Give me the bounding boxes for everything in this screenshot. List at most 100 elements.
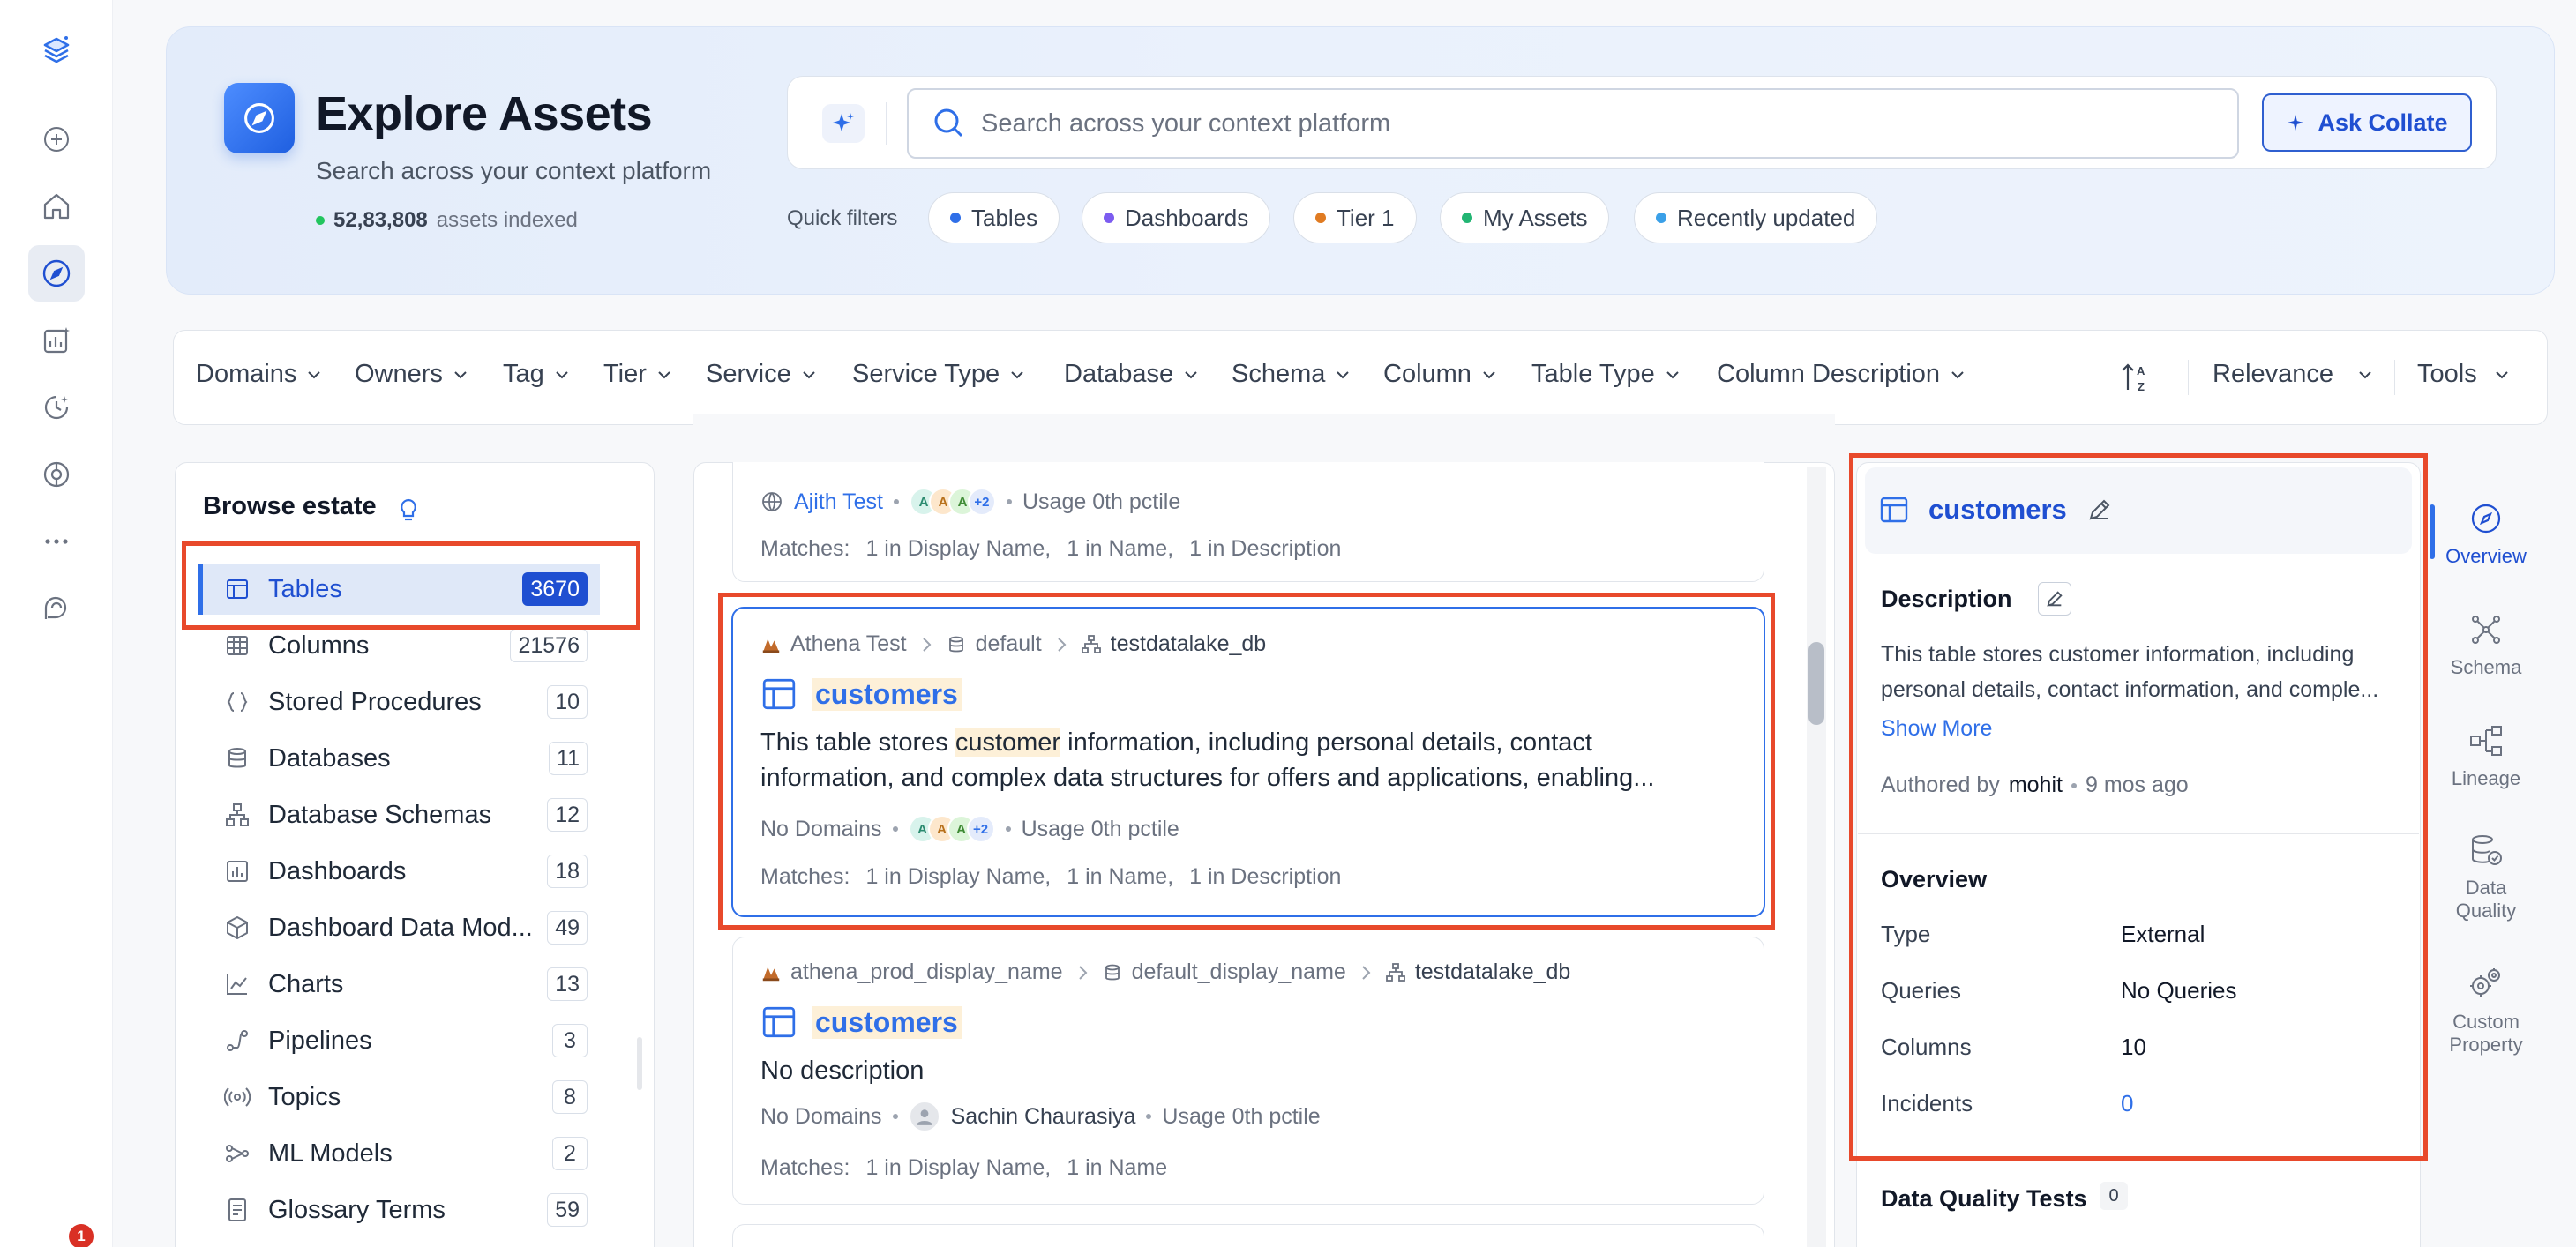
- filter-label: Service Type: [852, 360, 1000, 388]
- quick-filter-label: My Assets: [1483, 204, 1588, 231]
- quick-filter-tables[interactable]: Tables: [928, 192, 1060, 243]
- browse-scrollbar[interactable]: [637, 1037, 642, 1090]
- results-scrollbar-track[interactable]: [1807, 467, 1826, 1247]
- browse-item-count: 49: [547, 911, 588, 945]
- logo-icon[interactable]: [28, 21, 85, 78]
- filter-schema[interactable]: Schema: [1232, 360, 1352, 389]
- breadcrumb-service[interactable]: athena_prod_display_name: [790, 960, 1063, 985]
- separator-dot: [892, 1114, 898, 1119]
- filter-label: Column: [1383, 360, 1471, 388]
- dashboard-icon: [227, 861, 248, 882]
- data-quality-heading: Data Quality Tests: [1881, 1185, 2087, 1212]
- tab-data-quality[interactable]: Data Quality: [2431, 833, 2541, 922]
- filter-tag[interactable]: Tag: [503, 360, 571, 389]
- sort-relevance-dropdown[interactable]: Relevance: [2213, 360, 2374, 389]
- filter-service-type[interactable]: Service Type: [852, 360, 1026, 389]
- search-placeholder[interactable]: Search across your context platform: [981, 109, 1390, 138]
- owner-name[interactable]: Sachin Chaurasiya: [951, 1104, 1136, 1130]
- browse-item-dashboards[interactable]: Dashboards 18: [198, 846, 600, 897]
- avatar-group[interactable]: A A A +2: [909, 488, 996, 516]
- lightbulb-icon[interactable]: [393, 496, 423, 526]
- tools-dropdown[interactable]: Tools: [2417, 360, 2511, 389]
- filter-column-description[interactable]: Column Description: [1717, 360, 1966, 389]
- quick-filter-dot: [950, 213, 961, 223]
- status-dot: [316, 216, 325, 225]
- topic-icon: [224, 1087, 251, 1107]
- chevron-down-icon: [454, 370, 467, 378]
- page-title: Explore Assets: [316, 87, 653, 140]
- browse-item-label: Database Schemas: [268, 800, 492, 829]
- owner-name[interactable]: Ajith Test: [794, 489, 883, 515]
- help-icon[interactable]: [28, 580, 85, 637]
- filter-label: Column Description: [1717, 360, 1941, 388]
- explore-icon[interactable]: [28, 245, 85, 302]
- browse-item-label: Databases: [268, 743, 391, 773]
- breadcrumb-database[interactable]: default_display_name: [1132, 960, 1346, 985]
- notification-badge[interactable]: 1: [69, 1224, 94, 1247]
- chart-icon: [227, 974, 247, 995]
- result-description: No description: [760, 1057, 925, 1085]
- compass-icon: [2471, 504, 2501, 534]
- home-icon[interactable]: [28, 178, 85, 235]
- quick-filter-my-assets[interactable]: My Assets: [1440, 192, 1610, 243]
- browse-item-count: 13: [547, 967, 588, 1001]
- filter-label: Table Type: [1531, 360, 1655, 388]
- browse-item-glossary-terms[interactable]: Glossary Terms 59: [198, 1184, 600, 1236]
- browse-item-database-schemas[interactable]: Database Schemas 12: [198, 789, 600, 840]
- governance-icon[interactable]: [28, 446, 85, 503]
- matches-label: Matches:: [760, 536, 850, 561]
- tab-label: Custom Property: [2449, 1011, 2523, 1056]
- quick-filter-label: Tables: [971, 204, 1038, 231]
- result-card[interactable]: [732, 1224, 1764, 1247]
- browse-item-count: 18: [547, 855, 588, 888]
- more-icon[interactable]: [28, 513, 85, 570]
- match-summary: Matches: 1 in Display Name, 1 in Name, 1…: [760, 536, 1341, 562]
- assets-label: assets indexed: [436, 208, 578, 232]
- match-item: 1 in Display Name,: [865, 1155, 1052, 1180]
- chevron-down-icon: [1951, 370, 1964, 378]
- quick-filter-recently-updated[interactable]: Recently updated: [1634, 192, 1878, 243]
- insights-icon[interactable]: [28, 312, 85, 369]
- filter-label: Tag: [503, 360, 544, 388]
- browse-item-databases[interactable]: Databases 11: [198, 733, 600, 784]
- tab-overview[interactable]: Overview: [2431, 501, 2541, 568]
- filter-owners[interactable]: Owners: [355, 360, 469, 389]
- tab-custom-property[interactable]: Custom Property: [2431, 967, 2541, 1057]
- glossary-icon: [228, 1198, 246, 1221]
- user-avatar: [908, 1101, 940, 1132]
- filter-tier[interactable]: Tier: [603, 360, 673, 389]
- ai-sparkle-button[interactable]: [822, 104, 865, 143]
- svg-text:Z: Z: [2138, 380, 2145, 393]
- results-scrollbar-thumb[interactable]: [1808, 642, 1824, 725]
- chevron-down-icon: [556, 370, 568, 378]
- filter-domains[interactable]: Domains: [196, 360, 323, 389]
- sort-order-button[interactable]: AZ: [2119, 360, 2154, 395]
- filter-service[interactable]: Service: [706, 360, 818, 389]
- ml-model-icon: [226, 1145, 249, 1162]
- add-icon[interactable]: [28, 111, 85, 168]
- browse-item-charts[interactable]: Charts 13: [198, 959, 600, 1010]
- result-title[interactable]: customers: [760, 1004, 962, 1041]
- browse-item-stored-procedures[interactable]: Stored Procedures 10: [198, 676, 600, 728]
- ask-collate-label: Ask Collate: [2318, 108, 2448, 136]
- match-item: 1 in Name: [1067, 1155, 1168, 1180]
- tab-lineage[interactable]: Lineage: [2431, 723, 2541, 790]
- filter-database[interactable]: Database: [1064, 360, 1200, 389]
- filter-column[interactable]: Column: [1383, 360, 1498, 389]
- result-meta: Ajith Test A A A +2 Usage 0th pctile: [760, 488, 1180, 516]
- quick-filter-dashboards[interactable]: Dashboards: [1082, 192, 1271, 243]
- browse-item-count: 2: [552, 1137, 588, 1170]
- domains-label: No Domains: [760, 1103, 882, 1129]
- chevron-right-icon: [1078, 965, 1087, 980]
- quick-filter-tier-1[interactable]: Tier 1: [1293, 192, 1417, 243]
- breadcrumb-schema[interactable]: testdatalake_db: [1415, 960, 1571, 985]
- browse-item-ml-models[interactable]: ML Models 2: [198, 1128, 600, 1179]
- observability-icon[interactable]: [28, 379, 85, 436]
- browse-item-topics[interactable]: Topics 8: [198, 1072, 600, 1123]
- tab-schema[interactable]: Schema: [2431, 612, 2541, 679]
- ask-collate-button[interactable]: Ask Collate: [2262, 93, 2472, 152]
- browse-item-dashboard-data-models[interactable]: Dashboard Data Mod... 49: [198, 902, 600, 953]
- browse-item-pipelines[interactable]: Pipelines 3: [198, 1015, 600, 1066]
- filter-table-type[interactable]: Table Type: [1531, 360, 1681, 389]
- chevron-down-icon: [802, 370, 815, 378]
